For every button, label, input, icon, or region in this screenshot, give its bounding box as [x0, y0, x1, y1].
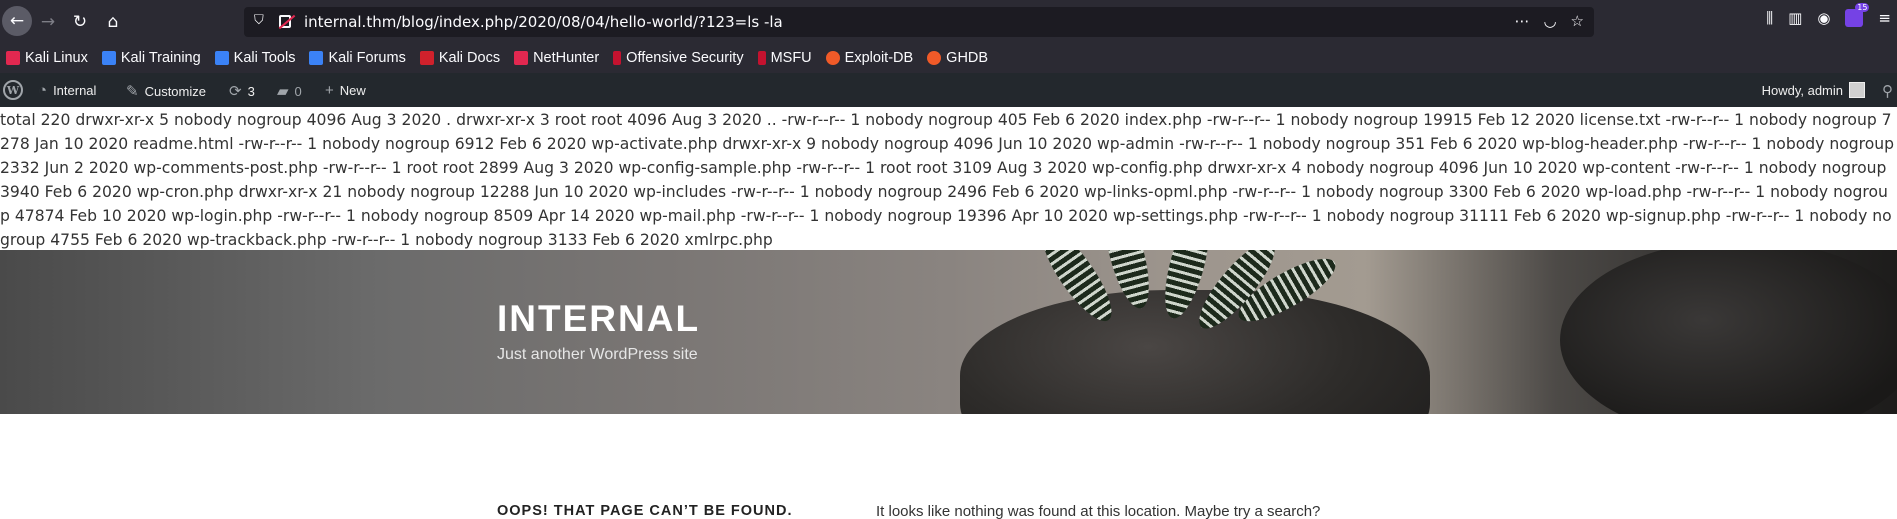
account-menu[interactable]: Howdy, admin	[1762, 82, 1865, 98]
bookmark-kali-tools[interactable]: Kali Tools	[214, 50, 295, 66]
dashboard-icon: ◔	[38, 82, 48, 99]
search-icon: ⚲	[1882, 83, 1893, 100]
kali-forums-icon	[309, 51, 324, 65]
pocket-icon[interactable]: ◡	[1543, 12, 1556, 30]
bookmark-offensive-security[interactable]: Offensive Security	[613, 50, 744, 66]
lock-insecure-icon[interactable]	[279, 15, 291, 28]
kali-tools-icon	[214, 51, 229, 65]
avatar	[1849, 82, 1865, 98]
exploit-db-icon	[825, 51, 840, 65]
url-actions: ⋯ ◡ ☆	[1514, 12, 1584, 30]
bookmark-exploit-db[interactable]: Exploit-DB	[825, 50, 913, 66]
home-button[interactable]: ⌂	[99, 8, 127, 36]
wordpress-logo-icon: W	[3, 80, 23, 100]
bookmarks-bar: Kali Linux Kali Training Kali Tools Kali…	[0, 43, 1897, 73]
toolbar-right-icons: ⫼ ▥ ◉ 15 ≡	[1766, 3, 1897, 27]
dark-sphere-decor	[1560, 250, 1897, 414]
comment-icon: ▰	[277, 83, 289, 100]
url-text[interactable]: internal.thm/blog/index.php/2020/08/04/h…	[304, 13, 783, 31]
not-found-message: It looks like nothing was found at this …	[876, 503, 1321, 519]
customize-link[interactable]: ✎ Customize	[126, 82, 206, 100]
msfu-icon	[757, 51, 766, 65]
bookmark-kali-training[interactable]: Kali Training	[101, 50, 201, 66]
header-image: INTERNAL Just another WordPress site	[0, 250, 1897, 414]
kali-docs-icon	[419, 51, 434, 65]
site-title[interactable]: INTERNAL	[497, 298, 700, 340]
bookmark-ghdb[interactable]: GHDB	[927, 50, 988, 66]
ghdb-icon	[927, 51, 942, 65]
library-icon[interactable]: ⫼	[1766, 9, 1773, 27]
extension-icon[interactable]: 15	[1845, 3, 1870, 27]
back-arrow-icon: ←	[9, 11, 25, 31]
updates-link[interactable]: ⟳ 3	[229, 82, 255, 100]
forward-button[interactable]: →	[34, 8, 62, 36]
star-icon[interactable]: ☆	[1571, 12, 1584, 30]
brush-icon: ✎	[126, 83, 139, 100]
browser-toolbar: ← → ↻ ⌂ ⛉ internal.thm/blog/index.php/20…	[0, 0, 1897, 43]
bookmark-msfu[interactable]: MSFU	[757, 50, 812, 66]
page-title: OOPS! THAT PAGE CAN’T BE FOUND.	[497, 503, 793, 519]
bookmark-kali-forums[interactable]: Kali Forums	[309, 50, 406, 66]
plus-icon: +	[325, 82, 334, 99]
reload-button[interactable]: ↻	[66, 8, 94, 36]
reload-icon: ↻	[72, 12, 88, 32]
shield-icon[interactable]: ⛉	[254, 13, 264, 28]
new-content-menu[interactable]: + New	[325, 82, 366, 99]
kali-linux-icon	[6, 51, 20, 65]
menu-icon[interactable]: ≡	[1878, 9, 1891, 27]
wp-logo-menu[interactable]: W	[3, 80, 23, 100]
command-output: total 220 drwxr-xr-x 5 nobody nogroup 40…	[0, 111, 1895, 249]
sidebar-icon[interactable]: ▥	[1788, 9, 1802, 27]
updates-icon: ⟳	[229, 83, 242, 100]
plant-pot-decor	[960, 290, 1430, 414]
comments-link[interactable]: ▰ 0	[277, 82, 302, 100]
wp-admin-bar: W ◔ Internal ✎ Customize ⟳ 3 ▰ 0 + New Howdy,…	[0, 73, 1897, 107]
bookmark-kali-linux[interactable]: Kali Linux	[6, 50, 88, 66]
more-icon[interactable]: ⋯	[1514, 12, 1529, 30]
admin-search[interactable]: ⚲	[1882, 82, 1893, 100]
site-name-menu[interactable]: ◔ Internal	[38, 82, 96, 99]
kali-training-icon	[101, 51, 116, 65]
offensive-security-icon	[613, 51, 622, 65]
extension-badge: 15	[1855, 3, 1870, 12]
forward-arrow-icon: →	[40, 12, 56, 32]
url-bar[interactable]: ⛉ internal.thm/blog/index.php/2020/08/04…	[244, 7, 1594, 37]
account-icon[interactable]: ◉	[1817, 9, 1830, 27]
bookmark-kali-docs[interactable]: Kali Docs	[419, 50, 500, 66]
back-button[interactable]: ←	[2, 6, 32, 36]
site-description: Just another WordPress site	[497, 346, 698, 363]
home-icon: ⌂	[107, 12, 119, 32]
bookmark-nethunter[interactable]: NetHunter	[514, 50, 599, 66]
nethunter-icon	[514, 51, 529, 65]
